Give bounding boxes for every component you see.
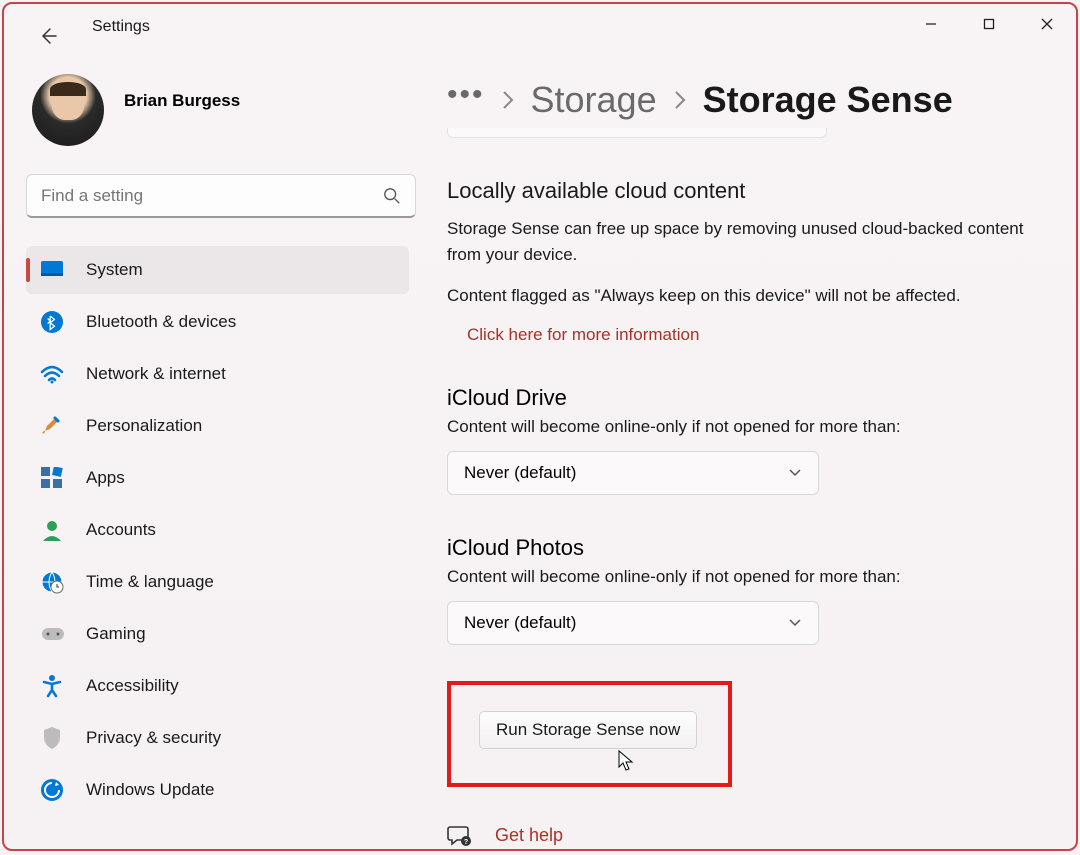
nav-label: System — [86, 260, 143, 280]
nav-label: Bluetooth & devices — [86, 312, 236, 332]
icloud-photos-heading: iCloud Photos — [447, 535, 1052, 561]
nav-item-time-language[interactable]: Time & language — [26, 558, 409, 606]
nav-item-privacy[interactable]: Privacy & security — [26, 714, 409, 762]
accessibility-icon — [40, 674, 64, 698]
gamepad-icon — [40, 622, 64, 646]
breadcrumb-storage[interactable]: Storage — [531, 79, 657, 121]
search-box[interactable] — [26, 174, 416, 218]
nav-label: Accessibility — [86, 676, 179, 696]
breadcrumb-current: Storage Sense — [703, 79, 953, 121]
nav-label: Accounts — [86, 520, 156, 540]
nav-list: System Bluetooth & devices Network & int… — [26, 246, 409, 814]
run-storage-sense-button[interactable]: Run Storage Sense now — [479, 711, 697, 749]
nav-label: Personalization — [86, 416, 202, 436]
help-row: ? Get help — [447, 823, 1052, 849]
settings-window: Settings Brian Burgess System — [2, 2, 1078, 851]
cloud-heading: Locally available cloud content — [447, 178, 1052, 204]
close-button[interactable] — [1018, 4, 1076, 44]
nav-label: Privacy & security — [86, 728, 221, 748]
nav-label: Time & language — [86, 572, 214, 592]
nav-item-personalization[interactable]: Personalization — [26, 402, 409, 450]
dropdown-value: Never (default) — [464, 613, 576, 633]
nav-label: Apps — [86, 468, 125, 488]
profile-block[interactable]: Brian Burgess — [32, 74, 409, 146]
help-chat-icon: ? — [447, 823, 473, 849]
nav-label: Network & internet — [86, 364, 226, 384]
close-icon — [1040, 17, 1054, 31]
breadcrumb: ••• Storage Storage Sense — [447, 72, 1052, 128]
cursor-icon — [617, 749, 635, 773]
nav-item-windows-update[interactable]: Windows Update — [26, 766, 409, 814]
back-button[interactable] — [28, 16, 68, 56]
chevron-right-icon — [673, 89, 687, 111]
cloud-desc-1: Storage Sense can free up space by remov… — [447, 216, 1027, 267]
search-input[interactable] — [41, 186, 383, 206]
highlight-box: Run Storage Sense now — [447, 681, 732, 787]
nav-item-gaming[interactable]: Gaming — [26, 610, 409, 658]
dropdown-value: Never (default) — [464, 463, 576, 483]
back-arrow-icon — [38, 26, 58, 46]
chevron-down-icon — [788, 618, 802, 628]
window-controls — [902, 4, 1076, 44]
maximize-icon — [983, 18, 995, 30]
nav-item-apps[interactable]: Apps — [26, 454, 409, 502]
icloud-photos-desc: Content will become online-only if not o… — [447, 567, 1052, 587]
person-icon — [40, 518, 64, 542]
chevron-down-icon — [788, 468, 802, 478]
maximize-button[interactable] — [960, 4, 1018, 44]
minimize-icon — [925, 18, 937, 30]
nav-item-accessibility[interactable]: Accessibility — [26, 662, 409, 710]
content-area: Brian Burgess System Bluetooth & devices… — [4, 54, 1076, 849]
get-help-link[interactable]: Get help — [495, 825, 563, 846]
chevron-right-icon — [501, 89, 515, 111]
search-icon — [383, 187, 401, 205]
avatar — [32, 74, 104, 146]
minimize-button[interactable] — [902, 4, 960, 44]
wifi-icon — [40, 362, 64, 386]
more-info-link[interactable]: Click here for more information — [467, 325, 699, 345]
icloud-drive-desc: Content will become online-only if not o… — [447, 417, 1052, 437]
icloud-drive-dropdown[interactable]: Never (default) — [447, 451, 819, 495]
sidebar: Brian Burgess System Bluetooth & devices… — [4, 54, 419, 849]
icloud-drive-heading: iCloud Drive — [447, 385, 1052, 411]
apps-icon — [40, 466, 64, 490]
system-icon — [40, 258, 64, 282]
profile-name: Brian Burgess — [124, 91, 240, 111]
cloud-desc-2: Content flagged as "Always keep on this … — [447, 283, 1027, 309]
svg-text:?: ? — [464, 839, 468, 846]
paintbrush-icon — [40, 414, 64, 438]
main-panel: ••• Storage Storage Sense Locally availa… — [419, 54, 1076, 849]
bluetooth-icon — [40, 310, 64, 334]
nav-item-bluetooth[interactable]: Bluetooth & devices — [26, 298, 409, 346]
app-title: Settings — [92, 18, 150, 36]
titlebar: Settings — [4, 4, 1076, 54]
update-icon — [40, 778, 64, 802]
nav-label: Gaming — [86, 624, 146, 644]
globe-clock-icon — [40, 570, 64, 594]
nav-item-accounts[interactable]: Accounts — [26, 506, 409, 554]
breadcrumb-ellipsis[interactable]: ••• — [447, 90, 485, 100]
shield-icon — [40, 726, 64, 750]
divider — [447, 128, 827, 138]
icloud-photos-dropdown[interactable]: Never (default) — [447, 601, 819, 645]
nav-label: Windows Update — [86, 780, 215, 800]
nav-item-network[interactable]: Network & internet — [26, 350, 409, 398]
nav-item-system[interactable]: System — [26, 246, 409, 294]
